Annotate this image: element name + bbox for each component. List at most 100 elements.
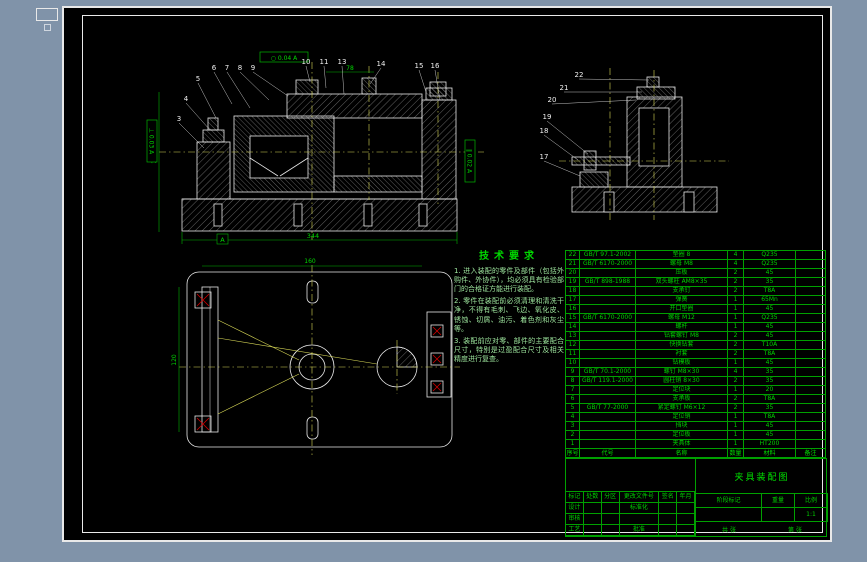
- bom-no: 15: [566, 313, 580, 322]
- tb-mark: 标记: [566, 492, 584, 503]
- balloon-label: 18: [540, 127, 549, 135]
- bom-code: GB/T 97.1-2002: [580, 250, 636, 259]
- bom-no: 18: [566, 286, 580, 295]
- bom-no: 11: [566, 349, 580, 358]
- tb-empty: [583, 525, 602, 536]
- tb-count: 处数: [583, 492, 602, 503]
- bom-remark: [796, 349, 826, 358]
- bom-no: 8: [566, 376, 580, 385]
- dim-plan-width: 160: [304, 258, 316, 265]
- table-row: 20 压板 2 45: [566, 268, 827, 277]
- bom-no: 7: [566, 385, 580, 394]
- tb-sheets: 共 张: [722, 526, 736, 534]
- bom-name: 支承钉: [636, 286, 728, 295]
- bom-code: [580, 340, 636, 349]
- title-block-row: 标记 处数 分区 更改文件号 签名 年月日: [566, 492, 695, 503]
- balloon-label: 5: [196, 75, 200, 83]
- cad-workspace: { "balloons": { "main": ["3","4","5","6"…: [0, 0, 867, 562]
- title-block-left: 标记 处数 分区 更改文件号 签名 年月日 设计 标准化 审核: [566, 459, 696, 536]
- bom-no: 9: [566, 367, 580, 376]
- table-row: 6 支承板 2 T8A: [566, 394, 827, 403]
- bom-no: 3: [566, 421, 580, 430]
- bom-remark: [796, 358, 826, 367]
- bom-code: [580, 412, 636, 421]
- bom-qty: 1: [728, 439, 744, 448]
- bom-code: [580, 331, 636, 340]
- tb-empty: [659, 514, 678, 525]
- tb-design: 设计: [566, 503, 584, 514]
- bom-name: 定位块: [636, 385, 728, 394]
- table-row: 3 挡块 1 45: [566, 421, 827, 430]
- bom-header-material: 材料: [744, 448, 796, 458]
- bom-material: HT200: [744, 439, 796, 448]
- bom-qty: 1: [728, 385, 744, 394]
- sheet-corner-dot: [44, 24, 51, 31]
- tb-check: 审核: [566, 514, 584, 525]
- bom-name: 挡块: [636, 421, 728, 430]
- bom-qty: 1: [728, 304, 744, 313]
- tb-sheet-no: 第 张: [788, 526, 802, 534]
- title-block-row: 设计 标准化: [566, 503, 695, 514]
- bom-code: [580, 430, 636, 439]
- title-block-right: 夹具装配图 阶段标记 重量 比例 1:1 共 张 第 张: [696, 459, 828, 536]
- bom-remark: [796, 439, 826, 448]
- balloon-label: 3: [177, 115, 181, 123]
- tb-empty: [619, 514, 660, 525]
- tb-scale: 比例: [795, 494, 828, 508]
- title-block-spacer: [566, 459, 695, 492]
- datum-a-label: A: [220, 236, 225, 244]
- bom-qty: 2: [728, 403, 744, 412]
- tb-empty: [583, 514, 602, 525]
- bom-material: 35: [744, 367, 796, 376]
- bom-qty: 2: [728, 340, 744, 349]
- table-row: 5 GB/T 77-2000 紧定螺钉 M6×12 2 35: [566, 403, 827, 412]
- bom-header-remark: 备注: [796, 448, 826, 458]
- bom-code: GB/T 70.1-2000: [580, 367, 636, 376]
- table-row: 7 定位块 1 20: [566, 385, 827, 394]
- bom-material: 45: [744, 421, 796, 430]
- side-balloons: 22 21 20 19 18 17: [540, 71, 584, 161]
- plan-dimensions: 160 120: [171, 258, 422, 432]
- bom-name: 弹簧: [636, 295, 728, 304]
- table-row: 19 GB/T 898-1988 双头螺柱 AM8×35 2 35: [566, 277, 827, 286]
- tb-scale-value: 1:1: [795, 508, 828, 522]
- balloon-label: 17: [540, 153, 549, 161]
- bom-remark: [796, 394, 826, 403]
- bom-name: 螺母 M8: [636, 259, 728, 268]
- bom-qty: 1: [728, 421, 744, 430]
- bom-material: T10A: [744, 340, 796, 349]
- bom-header-qty: 数量: [728, 448, 744, 458]
- title-block-row: 共 张 第 张: [696, 522, 828, 536]
- bom-qty: 1: [728, 313, 744, 322]
- dim-plan-height: 120: [171, 354, 178, 366]
- drawing-sheet: 344 78 160 A ○ 0.04 A ⊥ 0.03 A ∥ 0.02 A: [62, 6, 832, 542]
- tb-process: 工艺: [566, 525, 584, 536]
- plan-view: [186, 271, 453, 448]
- balloon-label: 9: [251, 64, 255, 72]
- bom-name: 定位销: [636, 412, 728, 421]
- tb-sign: 签名: [659, 492, 678, 503]
- bom-remark: [796, 313, 826, 322]
- bom-qty: 2: [728, 394, 744, 403]
- balloon-label: 6: [212, 64, 217, 72]
- bom-remark: [796, 340, 826, 349]
- bom-no: 2: [566, 430, 580, 439]
- balloon-label: 16: [431, 62, 440, 70]
- table-row: 11 衬套 2 T8A: [566, 349, 827, 358]
- bom-qty: 4: [728, 259, 744, 268]
- bom-remark: [796, 304, 826, 313]
- table-row: 18 支承钉 2 T8A: [566, 286, 827, 295]
- bom-qty: 1: [728, 412, 744, 421]
- bom-name: 螺母 M12: [636, 313, 728, 322]
- bom-material: 35: [744, 403, 796, 412]
- bom-name: 快换钻套: [636, 340, 728, 349]
- bom-name: 夹具体: [636, 439, 728, 448]
- bom-no: 13: [566, 331, 580, 340]
- bom-qty: 4: [728, 367, 744, 376]
- table-row: 17 弹簧 1 65Mn: [566, 295, 827, 304]
- title-block: 标记 处数 分区 更改文件号 签名 年月日 设计 标准化 审核: [565, 458, 828, 537]
- bom-remark: [796, 376, 826, 385]
- balloon-label: 10: [302, 58, 311, 66]
- table-row: 16 开口垫圈 1 45: [566, 304, 827, 313]
- bom-qty: 1: [728, 295, 744, 304]
